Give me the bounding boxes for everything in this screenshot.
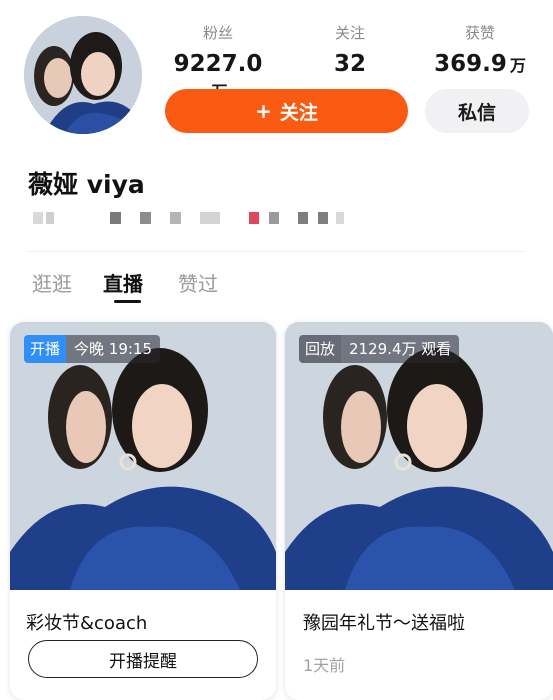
tab-liked[interactable]: 赞过	[178, 268, 218, 297]
follow-button-label: 关注	[279, 101, 318, 124]
tab-browse[interactable]: 逛逛	[32, 268, 72, 297]
live-card-upcoming[interactable]: 开播 今晚 19:15 彩妆节&coach 开播提醒	[10, 322, 276, 700]
replay-status-badge: 回放 2129.4万 观看	[299, 335, 460, 363]
divider	[28, 251, 525, 252]
live-status-badge: 开播 今晚 19:15	[24, 335, 161, 363]
follow-button[interactable]: + 关注	[165, 89, 408, 133]
fans-label: 粉丝	[202, 24, 233, 42]
live-reminder-button[interactable]: 开播提醒	[28, 640, 258, 678]
following-count: 32	[333, 51, 366, 77]
card-title: 豫园年礼节～送福啦	[303, 613, 465, 634]
live-card-replay[interactable]: 回放 2129.4万 观看 豫园年礼节～送福啦 1天前	[285, 322, 553, 700]
likes-label: 获赞	[464, 24, 495, 42]
live-schedule: 今晚 19:15	[66, 335, 161, 363]
avatar-image	[24, 16, 142, 134]
stat-following[interactable]: 关注 32	[300, 22, 400, 77]
stat-likes[interactable]: 获赞 369.9 万	[430, 22, 530, 77]
view-count: 2129.4万 观看	[341, 335, 460, 363]
active-tab-indicator	[114, 300, 141, 303]
message-button[interactable]: 私信	[425, 89, 529, 133]
card-title: 彩妆节&coach	[26, 613, 148, 634]
blurred-info-row	[0, 212, 553, 224]
following-label: 关注	[334, 24, 365, 42]
profile-name: 薇娅 viya	[28, 170, 145, 199]
profile-avatar[interactable]	[24, 16, 142, 134]
likes-count: 369.9 万	[434, 51, 526, 77]
replay-tag: 回放	[299, 335, 342, 363]
live-tag: 开播	[24, 335, 67, 363]
card-time: 1天前	[303, 656, 346, 675]
tab-live[interactable]: 直播	[103, 268, 143, 297]
plus-icon: +	[255, 99, 272, 123]
